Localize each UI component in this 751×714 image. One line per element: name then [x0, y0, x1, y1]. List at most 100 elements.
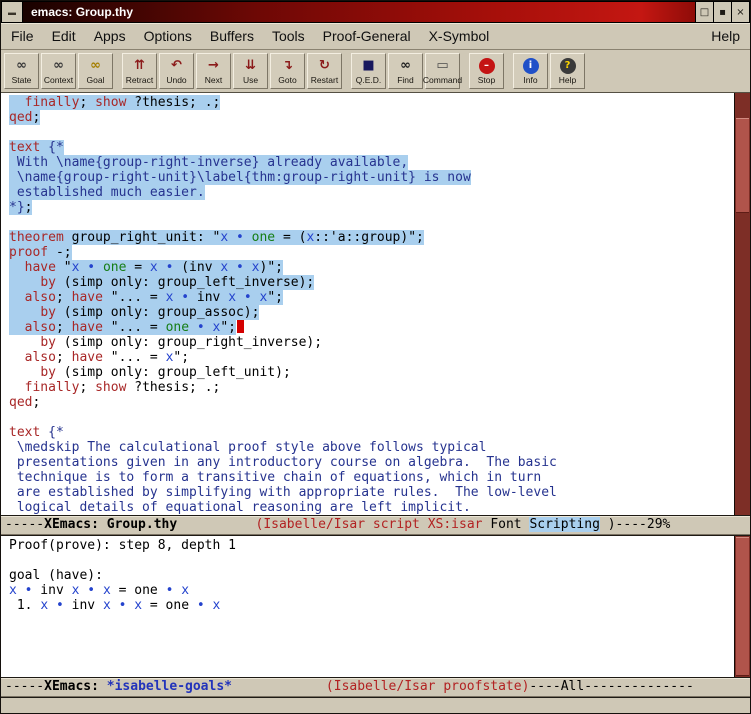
restart-button[interactable]: ↻Restart [307, 53, 342, 89]
editor-line: technique is to form a transitive chain … [9, 470, 734, 485]
editor-line: by (simp only: group_left_inverse); [9, 275, 734, 290]
toolbar-label: Find [397, 75, 414, 85]
maximize-icon: □ [700, 7, 709, 18]
menu-item-file[interactable]: File [11, 28, 34, 44]
menu-item-buffers[interactable]: Buffers [210, 28, 254, 44]
editor-buffer[interactable]: finally; show ?thesis; .;qed;text {* Wit… [1, 93, 734, 515]
goal-button[interactable]: ∞Goal [78, 53, 113, 89]
editor-line: logical details of equational reasoning … [9, 500, 734, 515]
goals-buffer[interactable]: Proof(prove): step 8, depth 1 goal (have)… [1, 536, 734, 677]
state-button[interactable]: ∞State [4, 53, 39, 89]
editor-scrollbar-thumb[interactable] [736, 118, 749, 213]
toolbar-label: Context [44, 75, 73, 85]
titlebar: ▬ emacs: Group.thy □ ▪ × [1, 1, 750, 23]
editor-line: qed; [9, 395, 734, 410]
iconify-icon: ▪ [719, 7, 726, 18]
menu-item-proof-general[interactable]: Proof-General [323, 28, 411, 44]
menubar-items: File Edit Apps Options Buffers Tools Proof-Gen… [11, 28, 489, 44]
menu-item-help[interactable]: Help [711, 28, 740, 44]
window-title-area[interactable]: emacs: Group.thy [23, 1, 696, 23]
window-menu-button[interactable]: ▬ [1, 1, 23, 23]
editor-line: established much easier. [9, 185, 734, 200]
editor-line: also; have "... = x"; [9, 350, 734, 365]
help-question-icon: ? [560, 58, 576, 74]
editor-line: finally; show ?thesis; .; [9, 95, 734, 110]
editor-line: qed; [9, 110, 734, 125]
editor-line: by (simp only: group_right_inverse); [9, 335, 734, 350]
goals-line: Proof(prove): step 8, depth 1 [9, 538, 734, 553]
editor-line: have "x • one = x • (inv x • x)"; [9, 260, 734, 275]
window-title: emacs: Group.thy [31, 5, 133, 19]
toolbar-label: Info [523, 75, 537, 85]
toolbar-label: Q.E.D. [356, 75, 382, 85]
editor-scrollbar[interactable] [734, 93, 750, 515]
toolbar-label: Undo [166, 75, 186, 85]
toolbar: ∞State∞Context∞Goal⇈Retract↶Undo→Next⇊Us… [1, 50, 750, 93]
toolbar-label: Command [423, 75, 462, 85]
goals-line: x • inv x • x = one • x [9, 583, 734, 598]
goal-goggles-icon: ∞ [88, 58, 104, 74]
goals-scrollbar-thumb[interactable] [736, 537, 749, 676]
editor-line: With \name{group-right-inverse} already … [9, 155, 734, 170]
close-button[interactable]: × [732, 1, 750, 23]
qed-icon: ■ [361, 58, 377, 74]
editor-line: are established by simplifying with appr… [9, 485, 734, 500]
context-goggles-icon: ∞ [51, 58, 67, 74]
editor-line [9, 125, 734, 140]
goals-scrollbar[interactable] [734, 536, 750, 677]
menu-item-edit[interactable]: Edit [52, 28, 76, 44]
menu-item-apps[interactable]: Apps [94, 28, 126, 44]
menu-item-options[interactable]: Options [144, 28, 192, 44]
info-button[interactable]: iInfo [513, 53, 548, 89]
goto-button[interactable]: ↴Goto [270, 53, 305, 89]
modeline-script: -----XEmacs: Group.thy (Isabelle/Isar sc… [1, 515, 750, 536]
editor-line: text {* [9, 425, 734, 440]
goals-line: goal (have): [9, 568, 734, 583]
menu-item-x-symbol[interactable]: X-Symbol [429, 28, 490, 44]
next-arrow-icon: → [206, 58, 222, 74]
command-button[interactable]: ▭Command [425, 53, 460, 89]
close-icon: × [736, 7, 744, 18]
retract-arrow-icon: ⇈ [132, 58, 148, 74]
editor-line: \medskip The calculational proof style a… [9, 440, 734, 455]
minibuffer[interactable] [1, 698, 750, 713]
stop-sign-icon: – [479, 58, 495, 74]
editor-line [9, 410, 734, 425]
text-cursor [237, 320, 244, 333]
find-button[interactable]: ∞Find [388, 53, 423, 89]
menu-item-tools[interactable]: Tools [272, 28, 305, 44]
iconify-button[interactable]: ▪ [714, 1, 732, 23]
command-terminal-icon: ▭ [435, 58, 451, 74]
toolbar-label: Help [559, 75, 576, 85]
goals-line [9, 553, 734, 568]
restart-cycle-icon: ↻ [317, 58, 333, 74]
goto-arrow-icon: ↴ [280, 58, 296, 74]
find-binoculars-icon: ∞ [398, 58, 414, 74]
stop-button[interactable]: –Stop [469, 53, 504, 89]
goals-window: Proof(prove): step 8, depth 1 goal (have)… [1, 536, 750, 677]
editor-line: *}; [9, 200, 734, 215]
next-button[interactable]: →Next [196, 53, 231, 89]
use-button[interactable]: ⇊Use [233, 53, 268, 89]
toolbar-label: Retract [126, 75, 153, 85]
editor-line: \name{group-right-unit}\label{thm:group-… [9, 170, 734, 185]
toolbar-label: Use [243, 75, 258, 85]
editor-window: finally; show ?thesis; .;qed;text {* Wit… [1, 93, 750, 515]
toolbar-label: State [12, 75, 32, 85]
help-button[interactable]: ?Help [550, 53, 585, 89]
editor-line: finally; show ?thesis; .; [9, 380, 734, 395]
editor-line: text {* [9, 140, 734, 155]
q-e-d-button[interactable]: ■Q.E.D. [351, 53, 386, 89]
xemacs-frame: ▬ emacs: Group.thy □ ▪ × File Edit Apps Opt… [0, 0, 751, 714]
menubar: File Edit Apps Options Buffers Tools Proof-Gen… [1, 23, 750, 50]
toolbar-label: Stop [478, 75, 496, 85]
context-button[interactable]: ∞Context [41, 53, 76, 89]
editor-line: by (simp only: group_assoc); [9, 305, 734, 320]
window-menu-icon: ▬ [8, 8, 16, 17]
goals-line: 1. x • inv x • x = one • x [9, 598, 734, 613]
maximize-button[interactable]: □ [696, 1, 714, 23]
undo-button[interactable]: ↶Undo [159, 53, 194, 89]
editor-line: also; have "... = one • x"; [9, 320, 734, 335]
editor-line: presentations given in any introductory … [9, 455, 734, 470]
retract-button[interactable]: ⇈Retract [122, 53, 157, 89]
